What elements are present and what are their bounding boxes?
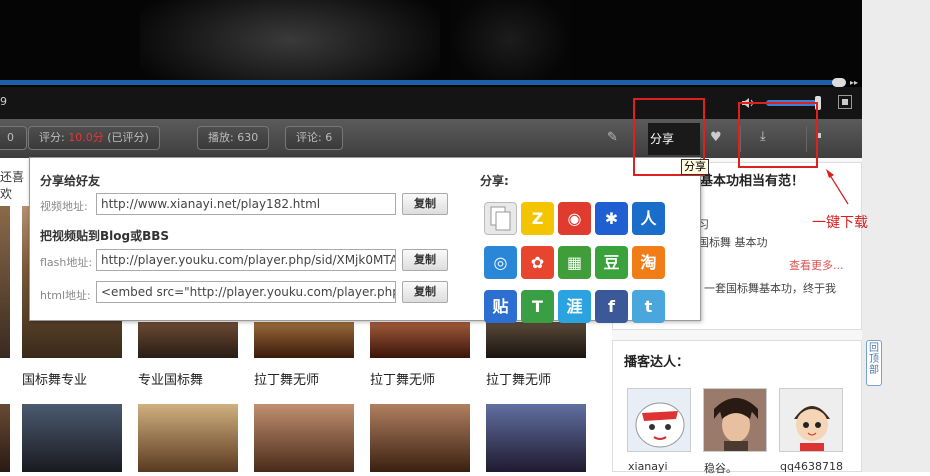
- video-info-title: 基本功相当有范！: [700, 174, 805, 189]
- host-name[interactable]: xianayi: [628, 460, 668, 473]
- video-title[interactable]: 拉丁舞无师: [370, 369, 435, 388]
- video-title[interactable]: 专业国标舞: [138, 369, 203, 388]
- page-margin: [862, 0, 930, 472]
- avatar[interactable]: [627, 388, 691, 452]
- video-thumbnail[interactable]: [254, 322, 354, 358]
- html-code-field[interactable]: [96, 281, 396, 303]
- flash-url-field[interactable]: [96, 249, 396, 271]
- video-thumbnail[interactable]: [370, 322, 470, 358]
- share-heading: 分享:: [480, 174, 509, 188]
- tencent-weibo-icon[interactable]: ◎: [484, 246, 517, 279]
- wrench-icon[interactable]: ✎: [607, 130, 618, 145]
- kaixin-icon[interactable]: ✿: [521, 246, 554, 279]
- video-thumbnail[interactable]: [22, 404, 122, 472]
- sina-weibo-icon[interactable]: ◉: [558, 202, 591, 235]
- video-thumbnail[interactable]: [138, 404, 238, 472]
- download-annotation: 一键下载: [812, 215, 868, 231]
- qzone-icon[interactable]: Z: [521, 202, 554, 235]
- ya-icon[interactable]: 涯: [558, 290, 591, 323]
- video-player[interactable]: ▸▸ 9 0 评分: 10.0分 (已评分) 播放: 630 评论: 6 ✎: [0, 0, 862, 158]
- avatar[interactable]: [779, 388, 843, 452]
- video-thumbnail[interactable]: [254, 404, 354, 472]
- rating-value: 10.0分: [68, 131, 104, 144]
- progress-knob[interactable]: [832, 78, 846, 87]
- html-code-label: html地址:: [40, 289, 91, 302]
- chevron-right-icon: ▸▸: [850, 78, 859, 87]
- video-thumbnail[interactable]: [370, 404, 470, 472]
- host-name[interactable]: 稳谷。: [704, 460, 737, 476]
- copy-button[interactable]: 复制: [402, 193, 448, 215]
- heart-icon[interactable]: ♥: [710, 130, 722, 145]
- video-thumbnail[interactable]: [486, 404, 586, 472]
- see-more-link[interactable]: 查看更多...: [789, 257, 844, 273]
- rating-status: (已评分): [107, 131, 149, 144]
- renren-icon[interactable]: 人: [632, 202, 665, 235]
- tags[interactable]: 国标舞 基本功: [698, 234, 768, 250]
- copy-button[interactable]: 复制: [402, 249, 448, 271]
- time-display: 9: [0, 95, 7, 108]
- douban-icon[interactable]: 豆: [595, 246, 628, 279]
- fullscreen-button[interactable]: [838, 95, 852, 109]
- video-thumbnail[interactable]: [486, 322, 586, 358]
- video-thumbnail[interactable]: [0, 404, 10, 472]
- rating-label: 评分:: [39, 131, 65, 144]
- video-description: 一套国标舞基本功，终于我: [704, 282, 836, 295]
- count-badge: 0: [0, 126, 27, 150]
- comments-count[interactable]: 评论: 6: [285, 126, 344, 150]
- tudou-icon[interactable]: T: [521, 290, 554, 323]
- video-thumbnail[interactable]: [0, 206, 10, 358]
- tieba-icon[interactable]: 贴: [484, 290, 517, 323]
- copy-button[interactable]: 复制: [402, 281, 448, 303]
- flash-url-label: flash地址:: [40, 256, 93, 269]
- arrow-icon: [826, 169, 849, 205]
- plays-count: 播放: 630: [197, 126, 270, 150]
- share-popup: 分享给好友 视频地址: 复制 把视频贴到Blog或BBS flash地址: 复制…: [29, 157, 701, 323]
- video-title[interactable]: 拉丁舞无师: [254, 369, 319, 388]
- control-bar: 9: [0, 87, 862, 119]
- hosts-title: 播客达人：: [624, 355, 690, 370]
- paste-blog-title: 把视频贴到Blog或BBS: [40, 229, 170, 243]
- taobao-icon[interactable]: 淘: [632, 246, 665, 279]
- share-friends-title: 分享给好友: [40, 174, 101, 188]
- share-tooltip: 分享: [681, 159, 709, 175]
- video-title[interactable]: 拉丁舞无师: [486, 369, 551, 388]
- section-heading: 还喜欢: [0, 170, 25, 201]
- highlight-box: [738, 102, 818, 168]
- video-url-label: 视频地址:: [40, 200, 88, 213]
- video-url-field[interactable]: [96, 193, 396, 215]
- facebook-icon[interactable]: f: [595, 290, 628, 323]
- rating-pill[interactable]: 评分: 10.0分 (已评分): [28, 126, 160, 150]
- avatar[interactable]: [703, 388, 767, 452]
- host-name[interactable]: qq4638718: [780, 460, 843, 473]
- douban-map-icon[interactable]: ▦: [558, 246, 591, 279]
- twitter-icon[interactable]: t: [632, 290, 665, 323]
- back-to-top-button[interactable]: 回顶部: [866, 340, 882, 386]
- baidu-icon[interactable]: ✱: [595, 202, 628, 235]
- video-title[interactable]: 国标舞专业: [22, 369, 87, 388]
- progress-bar[interactable]: [0, 80, 840, 85]
- player-toolbar: 0 评分: 10.0分 (已评分) 播放: 630 评论: 6 ✎: [0, 119, 862, 158]
- video-thumbnail[interactable]: [138, 322, 238, 358]
- video-frame[interactable]: [0, 0, 862, 80]
- copy-page-icon[interactable]: [484, 202, 517, 235]
